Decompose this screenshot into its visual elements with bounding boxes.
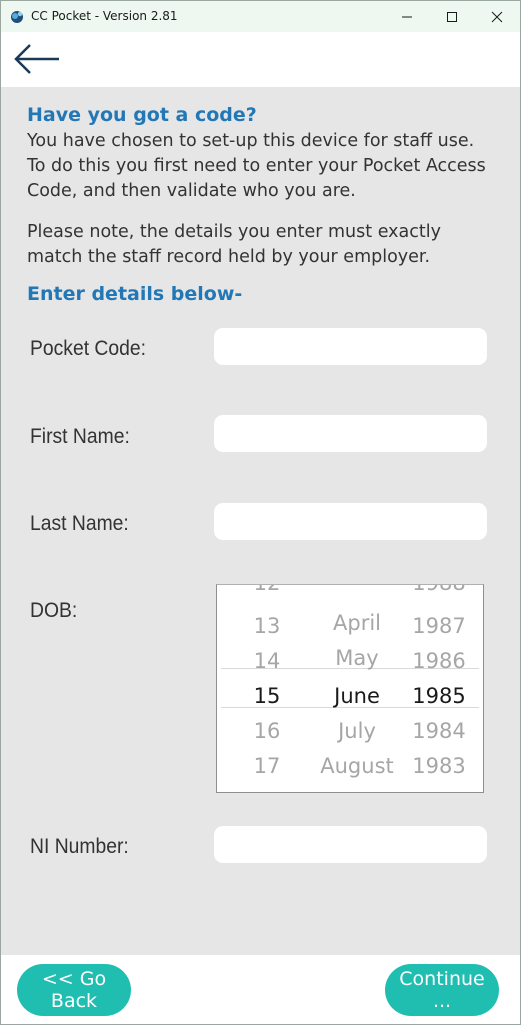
year-option-selected[interactable]: 1985 bbox=[407, 684, 471, 708]
close-button[interactable] bbox=[474, 1, 520, 32]
title-bar[interactable]: CC Pocket - Version 2.81 bbox=[1, 1, 520, 32]
dob-day-wheel[interactable]: 12 13 14 15 16 17 bbox=[241, 585, 293, 792]
pocket-code-input[interactable] bbox=[214, 328, 487, 365]
form-content: Have you got a code? You have chosen to … bbox=[1, 87, 520, 955]
year-option[interactable]: 1986 bbox=[407, 649, 471, 673]
month-option[interactable]: August bbox=[307, 754, 407, 778]
last-name-input[interactable] bbox=[214, 503, 487, 540]
minimize-icon bbox=[402, 16, 412, 17]
close-icon bbox=[491, 11, 503, 22]
year-option[interactable]: 1987 bbox=[407, 614, 471, 638]
month-option[interactable]: April bbox=[307, 611, 407, 635]
back-arrow-icon bbox=[14, 44, 59, 74]
go-back-button[interactable]: << Go Back bbox=[17, 964, 131, 1016]
year-option[interactable]: 1988 bbox=[407, 585, 471, 595]
last-name-label: Last Name: bbox=[30, 512, 129, 535]
pocket-code-label: Pocket Code: bbox=[30, 337, 146, 360]
month-option[interactable]: May bbox=[307, 646, 407, 670]
month-option-selected[interactable]: June bbox=[307, 684, 407, 708]
minimize-button[interactable] bbox=[384, 1, 430, 32]
ni-number-label: NI Number: bbox=[30, 835, 129, 858]
window-title: CC Pocket - Version 2.81 bbox=[31, 9, 178, 23]
day-option[interactable]: 13 bbox=[241, 614, 293, 638]
note-text: Please note, the details you enter must … bbox=[27, 222, 441, 267]
year-option[interactable]: 1983 bbox=[407, 754, 471, 778]
dob-label: DOB: bbox=[30, 599, 78, 622]
day-option[interactable]: 14 bbox=[241, 649, 293, 673]
year-option[interactable]: 1984 bbox=[407, 719, 471, 743]
day-option[interactable]: 16 bbox=[241, 719, 293, 743]
day-option[interactable]: 17 bbox=[241, 754, 293, 778]
app-window: CC Pocket - Version 2.81 Have you got a … bbox=[0, 0, 521, 1025]
maximize-icon bbox=[447, 11, 457, 22]
dob-year-wheel[interactable]: 1988 1987 1986 1985 1984 1983 bbox=[407, 585, 471, 792]
first-name-input[interactable] bbox=[214, 415, 487, 452]
month-option[interactable]: July bbox=[307, 719, 407, 743]
app-header bbox=[1, 32, 520, 87]
footer-bar: << Go Back Continue ... bbox=[1, 955, 520, 1024]
dob-picker[interactable]: 12 13 14 15 16 17 April May June July Au… bbox=[216, 584, 484, 793]
day-option-selected[interactable]: 15 bbox=[241, 684, 293, 708]
day-option[interactable]: 12 bbox=[241, 585, 293, 595]
continue-button[interactable]: Continue ... bbox=[385, 964, 499, 1016]
dob-month-wheel[interactable]: April May June July August bbox=[307, 585, 407, 792]
intro-text: You have chosen to set-up this device fo… bbox=[27, 131, 486, 201]
back-arrow-button[interactable] bbox=[13, 42, 63, 76]
first-name-label: First Name: bbox=[30, 425, 130, 448]
section-heading: Enter details below- bbox=[27, 283, 243, 305]
maximize-button[interactable] bbox=[429, 1, 475, 32]
ni-number-input[interactable] bbox=[214, 826, 487, 863]
page-title: Have you got a code? bbox=[27, 104, 257, 126]
app-logo-icon bbox=[9, 8, 25, 24]
